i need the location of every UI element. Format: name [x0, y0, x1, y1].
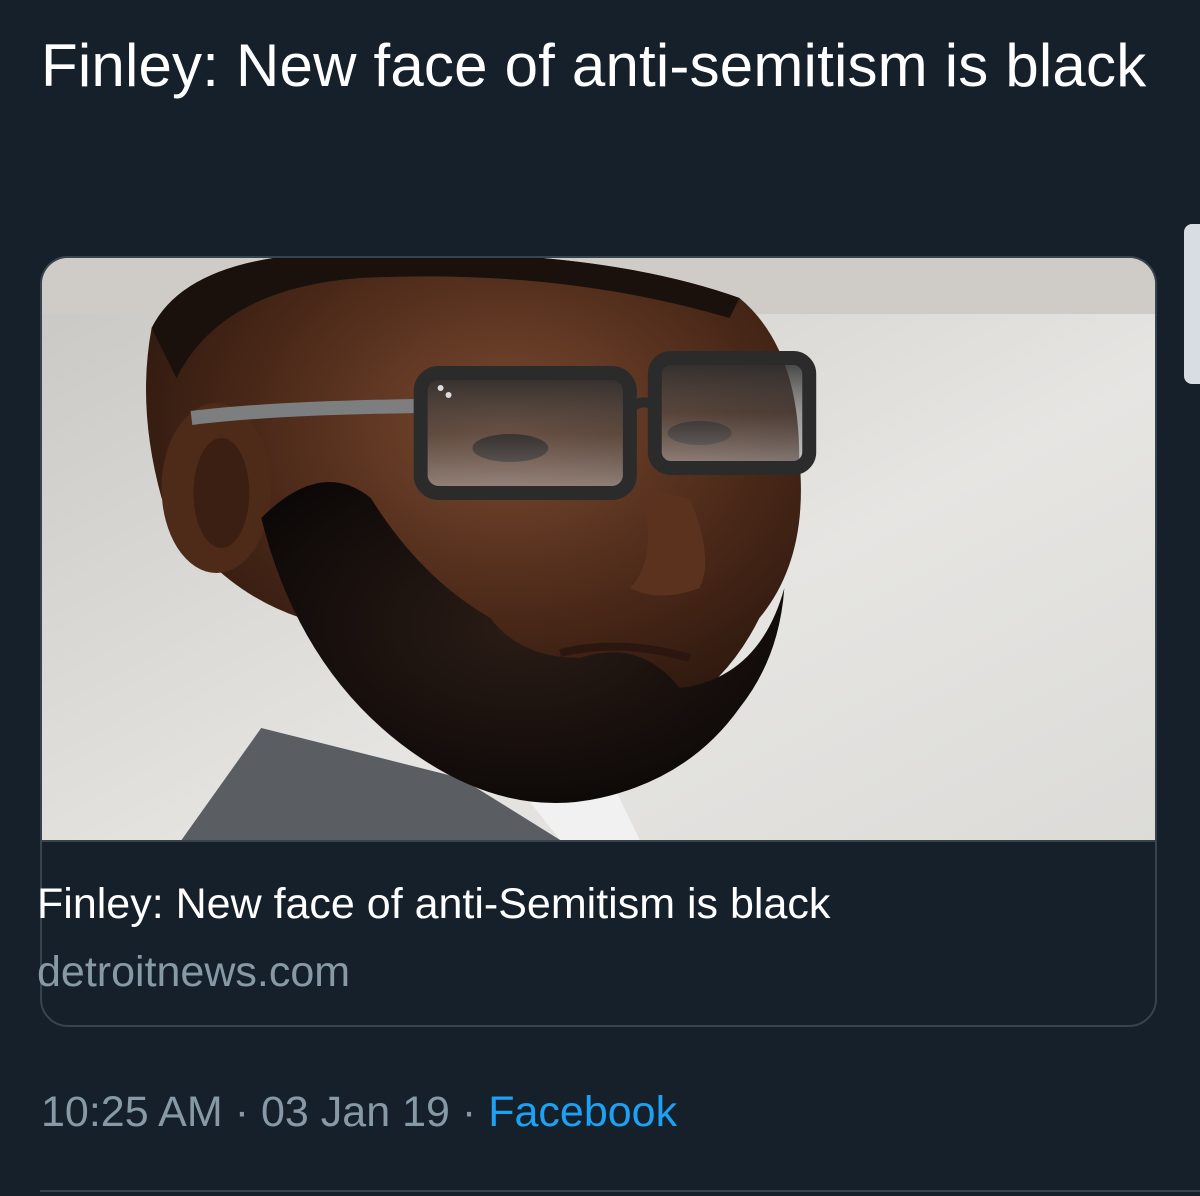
tweet-meta: 10:25 AM · 03 Jan 19 · Facebook	[41, 1084, 677, 1140]
card-title[interactable]: Finley: New face of anti-Semitism is bla…	[37, 878, 830, 930]
tweet-text: Finley: New face of anti-semitism is bla…	[41, 32, 1147, 99]
card-domain: detroitnews.com	[37, 948, 351, 996]
tweet-source-link[interactable]: Facebook	[488, 1088, 677, 1136]
card-image[interactable]	[42, 258, 1155, 840]
separator: ·	[234, 1088, 250, 1136]
card-divider	[42, 840, 1155, 842]
tweet-date: 03 Jan 19	[261, 1088, 450, 1136]
bottom-divider	[40, 1190, 1200, 1192]
tweet-time: 10:25 AM	[41, 1088, 223, 1136]
separator: ·	[461, 1088, 477, 1136]
scrollbar[interactable]	[1184, 224, 1200, 384]
